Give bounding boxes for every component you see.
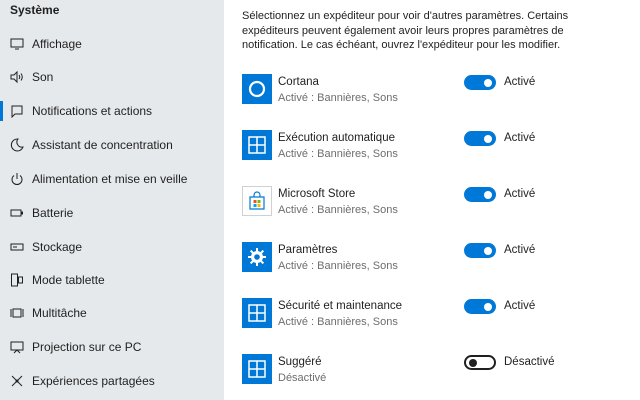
app-status: Activé : Bannières, Sons bbox=[278, 316, 398, 328]
app-status: Activé : Bannières, Sons bbox=[278, 92, 398, 104]
storage-icon bbox=[7, 240, 27, 254]
app-name: Paramètres bbox=[278, 244, 338, 256]
toggle-knob bbox=[484, 78, 492, 87]
sidebar-item-label: Multitâche bbox=[32, 306, 87, 320]
intro-text: Sélectionnez un expéditeur pour voir d'a… bbox=[242, 10, 569, 51]
sidebar-item-label: Projection sur ce PC bbox=[32, 340, 142, 354]
sidebar-item-mode-tablette[interactable]: Mode tablette bbox=[0, 265, 224, 295]
store-icon bbox=[242, 186, 272, 216]
toggle-knob bbox=[484, 302, 492, 311]
app-row-parametres[interactable]: Paramètres Activé : Bannières, Sons Acti… bbox=[242, 242, 632, 282]
app-status: Activé : Bannières, Sons bbox=[278, 148, 398, 160]
toggle-switch[interactable] bbox=[464, 355, 496, 370]
sidebar-item-projection[interactable]: Projection sur ce PC bbox=[0, 332, 224, 362]
toggle-label: Activé bbox=[504, 300, 536, 312]
sidebar-item-stockage[interactable]: Stockage bbox=[0, 232, 224, 262]
app-name: Cortana bbox=[278, 76, 319, 88]
sidebar-item-multitache[interactable]: Multitâche bbox=[0, 298, 224, 328]
app-row-microsoft-store[interactable]: Microsoft Store Activé : Bannières, Sons… bbox=[242, 186, 632, 226]
app-row-cortana[interactable]: Cortana Activé : Bannières, Sons Activé bbox=[242, 74, 632, 114]
battery-icon bbox=[7, 206, 27, 220]
moon-icon bbox=[7, 138, 27, 152]
gear-icon bbox=[242, 242, 272, 272]
app-tile-icon bbox=[242, 298, 272, 328]
selection-indicator bbox=[0, 101, 3, 121]
sidebar-item-label: Notifications et actions bbox=[32, 104, 153, 118]
toggle-knob bbox=[469, 358, 477, 367]
multitask-icon bbox=[7, 306, 27, 320]
main-content: Sélectionnez un expéditeur pour voir d'a… bbox=[224, 0, 640, 400]
toggle-knob bbox=[484, 190, 492, 199]
app-row-suggere[interactable]: Suggéré Désactivé Désactivé bbox=[242, 354, 632, 394]
sidebar-item-label: Affichage bbox=[32, 37, 82, 51]
power-icon bbox=[7, 172, 27, 186]
toggle-label: Activé bbox=[504, 188, 536, 200]
toggle-label: Activé bbox=[504, 132, 536, 144]
tablet-icon bbox=[7, 273, 27, 287]
sidebar-item-label: Alimentation et mise en veille bbox=[32, 172, 188, 186]
app-name: Sécurité et maintenance bbox=[278, 300, 403, 312]
speaker-icon bbox=[7, 70, 27, 84]
sidebar-header: Système bbox=[10, 3, 60, 17]
toggle-switch[interactable] bbox=[464, 131, 496, 146]
app-status: Désactivé bbox=[278, 372, 327, 384]
toggle-knob bbox=[484, 246, 492, 255]
app-tile-icon bbox=[242, 130, 272, 160]
app-status: Activé : Bannières, Sons bbox=[278, 260, 398, 272]
app-row-securite-maintenance[interactable]: Sécurité et maintenance Activé : Bannièr… bbox=[242, 298, 632, 338]
toggle-knob bbox=[484, 134, 492, 143]
toggle-label: Activé bbox=[504, 244, 536, 256]
sidebar-item-batterie[interactable]: Batterie bbox=[0, 198, 224, 228]
sidebar-item-label: Expériences partagées bbox=[32, 374, 155, 388]
sidebar-item-son[interactable]: Son bbox=[0, 62, 224, 92]
sidebar-item-label: Assistant de concentration bbox=[32, 138, 173, 152]
app-name: Exécution automatique bbox=[278, 132, 395, 144]
sidebar-item-affichage[interactable]: Affichage bbox=[0, 29, 224, 59]
sidebar-item-alimentation[interactable]: Alimentation et mise en veille bbox=[0, 164, 224, 194]
sidebar-item-experiences-partagees[interactable]: Expériences partagées bbox=[0, 366, 224, 396]
sidebar-item-label: Son bbox=[32, 70, 54, 84]
toggle-switch[interactable] bbox=[464, 75, 496, 90]
toggle-switch[interactable] bbox=[464, 243, 496, 258]
toggle-label: Désactivé bbox=[504, 356, 555, 368]
app-tile-icon bbox=[242, 354, 272, 384]
toggle-switch[interactable] bbox=[464, 187, 496, 202]
app-name: Suggéré bbox=[278, 356, 322, 368]
sidebar-item-label: Mode tablette bbox=[32, 273, 105, 287]
sidebar: Système Affichage Son Notifications et a… bbox=[0, 0, 224, 400]
notification-icon bbox=[7, 104, 27, 118]
sidebar-item-label: Batterie bbox=[32, 206, 74, 220]
shared-experiences-icon bbox=[7, 374, 27, 388]
sidebar-item-label: Stockage bbox=[32, 240, 83, 254]
projection-icon bbox=[7, 340, 27, 354]
toggle-label: Activé bbox=[504, 76, 536, 88]
cortana-icon bbox=[242, 74, 272, 104]
sidebar-item-concentration[interactable]: Assistant de concentration bbox=[0, 130, 224, 160]
app-name: Microsoft Store bbox=[278, 188, 356, 200]
display-icon bbox=[7, 37, 27, 51]
app-row-execution-automatique[interactable]: Exécution automatique Activé : Bannières… bbox=[242, 130, 632, 170]
sidebar-item-notifications[interactable]: Notifications et actions bbox=[0, 96, 224, 126]
toggle-switch[interactable] bbox=[464, 299, 496, 314]
app-status: Activé : Bannières, Sons bbox=[278, 204, 398, 216]
